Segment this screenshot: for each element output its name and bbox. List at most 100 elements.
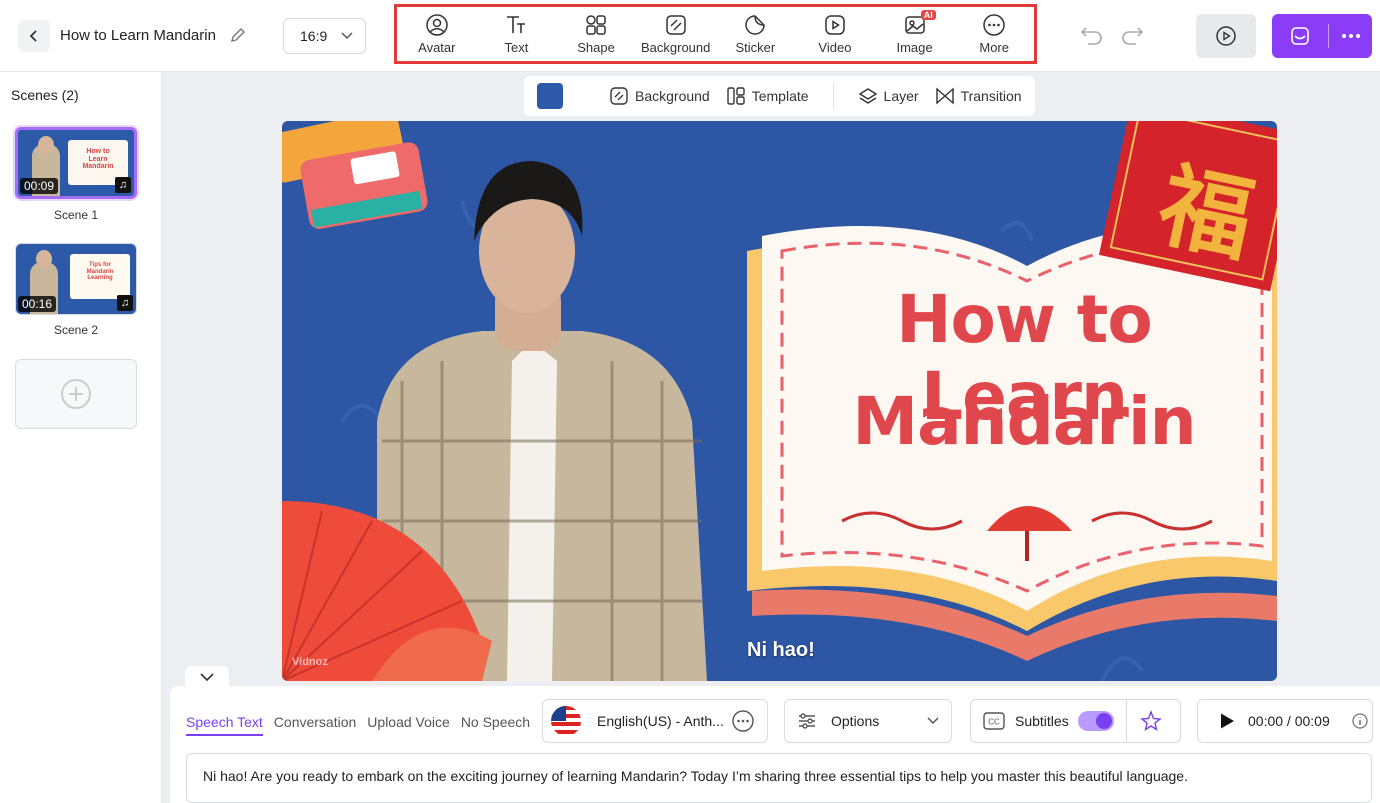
options-dropdown[interactable]: Options	[784, 699, 952, 743]
transition-icon	[935, 87, 954, 105]
undo-icon	[1080, 27, 1102, 45]
avatar-head	[38, 136, 54, 154]
tool-label: Video	[818, 40, 852, 55]
scenes-sidebar: Scenes (2) How to Learn Mandarin 00:09 ♫…	[0, 72, 162, 803]
layer-label: Layer	[883, 88, 919, 104]
background-icon	[610, 87, 628, 105]
top-bar: How to Learn Mandarin 16:9 Avatar Text S…	[0, 0, 1380, 72]
watermark-logo: Vidnoz	[292, 656, 328, 668]
sliders-icon	[799, 713, 815, 729]
background-color-swatch[interactable]	[537, 83, 563, 109]
aspect-ratio-select[interactable]: 16:9	[283, 18, 366, 54]
scene-label: Scene 1	[53, 208, 99, 222]
layers-icon	[858, 88, 877, 104]
video-icon	[825, 15, 845, 35]
text-icon	[507, 16, 526, 33]
music-icon: ♫	[117, 295, 133, 311]
tool-label: Background	[640, 40, 711, 55]
voice-select[interactable]: English(US) - Anth...	[542, 699, 768, 743]
publish-main[interactable]	[1272, 25, 1328, 47]
tool-sticker[interactable]: Sticker	[716, 7, 796, 61]
voice-label: English(US) - Anth...	[597, 713, 724, 729]
plus-circle-icon	[61, 379, 91, 409]
project-title[interactable]: How to Learn Mandarin	[60, 27, 216, 44]
redo-icon	[1122, 27, 1144, 45]
divider	[1125, 699, 1127, 743]
redo-button[interactable]	[1120, 24, 1144, 51]
speech-text-input[interactable]: Ni hao! Are you ready to embark on the e…	[186, 753, 1372, 803]
play-icon[interactable]	[1218, 712, 1236, 730]
undo-button[interactable]	[1080, 24, 1104, 51]
playback-time: 00:00 / 00:09	[1248, 713, 1330, 729]
background-icon	[665, 15, 686, 35]
ellipsis-icon	[1341, 34, 1360, 38]
closed-caption-icon: CC	[983, 712, 1005, 730]
svg-text:CC: CC	[988, 718, 1000, 727]
script-panel: Speech Text Conversation Upload Voice No…	[170, 686, 1380, 803]
transition-button[interactable]: Transition	[935, 86, 1022, 106]
publish-button[interactable]	[1272, 14, 1372, 58]
play-circle-icon	[1216, 26, 1236, 46]
info-icon[interactable]	[1352, 713, 1368, 729]
scene-preview: How to Learn Mandarin 00:09 ♫	[18, 130, 134, 196]
chevron-down-icon	[341, 32, 353, 40]
shape-icon	[586, 15, 606, 35]
preview-button[interactable]	[1196, 14, 1256, 58]
transition-label: Transition	[960, 88, 1022, 104]
publish-more[interactable]	[1329, 33, 1372, 39]
template-label: Template	[751, 88, 809, 104]
tab-conversation[interactable]: Conversation	[274, 714, 357, 736]
tool-image[interactable]: AI Image	[875, 7, 955, 61]
scene-title-line2[interactable]: Mandarin	[834, 383, 1214, 460]
add-scene-button[interactable]	[15, 359, 137, 429]
template-button[interactable]: Template	[726, 86, 809, 106]
magic-star-icon[interactable]	[1139, 709, 1163, 733]
scene-duration: 00:09	[20, 178, 59, 194]
tab-no-speech[interactable]: No Speech	[461, 714, 530, 736]
scene-label: Scene 2	[53, 323, 99, 337]
subtitles-toggle[interactable]	[1077, 711, 1114, 731]
chevron-down-icon	[200, 673, 214, 681]
tool-background[interactable]: Background	[636, 7, 716, 61]
back-button[interactable]	[18, 20, 50, 52]
scenes-title: Scenes (2)	[11, 87, 79, 103]
tool-text[interactable]: Text	[477, 7, 557, 61]
tab-speech-text[interactable]: Speech Text	[186, 714, 263, 736]
subtitle-caption: Ni hao!	[747, 639, 815, 661]
scene-thumbnail-1[interactable]: How to Learn Mandarin 00:09 ♫	[15, 127, 137, 199]
tool-label: More	[979, 40, 1009, 55]
background-button[interactable]: Background	[609, 86, 710, 106]
tool-label: Text	[504, 40, 529, 55]
pencil-icon[interactable]	[229, 26, 247, 49]
scene-thumbnail-2[interactable]: Tips for Mandarin Learning 00:16 ♫	[15, 243, 137, 315]
ai-badge: AI	[920, 10, 936, 20]
scene-duration: 00:16	[18, 296, 57, 312]
books-sticker	[282, 121, 428, 229]
canvas-toolbar: Background Template Layer Transition	[524, 76, 1035, 116]
layer-button[interactable]: Layer	[858, 86, 919, 106]
scene-thumb-title: How to Learn Mandarin	[82, 148, 114, 171]
tool-avatar[interactable]: Avatar	[397, 7, 477, 61]
avatar-head	[36, 250, 52, 268]
subtitles-label: Subtitles	[1015, 713, 1069, 729]
scene-preview: Tips for Mandarin Learning 00:16 ♫	[16, 244, 136, 314]
subtitles-control: CC Subtitles	[970, 699, 1181, 743]
audio-player: 00:00 / 00:09	[1197, 699, 1373, 743]
element-toolbar: Avatar Text Shape Background Sticker Vid…	[394, 4, 1037, 64]
speech-tabs: Speech Text Conversation Upload Voice No…	[186, 714, 530, 736]
avatar-icon	[426, 14, 448, 36]
tool-more[interactable]: More	[954, 7, 1034, 61]
us-flag-icon	[551, 706, 581, 736]
options-label: Options	[831, 713, 880, 729]
video-canvas[interactable]: 福 How to Learn Mandarin Ni hao! Vidnoz	[282, 121, 1277, 681]
sticker-icon	[745, 15, 766, 35]
tool-shape[interactable]: Shape	[556, 7, 636, 61]
tool-label: Avatar	[418, 40, 456, 55]
more-icon[interactable]	[731, 709, 755, 733]
tool-video[interactable]: Video	[795, 7, 875, 61]
collapse-panel-button[interactable]	[185, 666, 229, 688]
aspect-ratio-value: 16:9	[300, 28, 328, 44]
template-icon	[727, 87, 745, 105]
tab-upload-voice[interactable]: Upload Voice	[367, 714, 450, 736]
tool-label: Image	[896, 40, 933, 55]
